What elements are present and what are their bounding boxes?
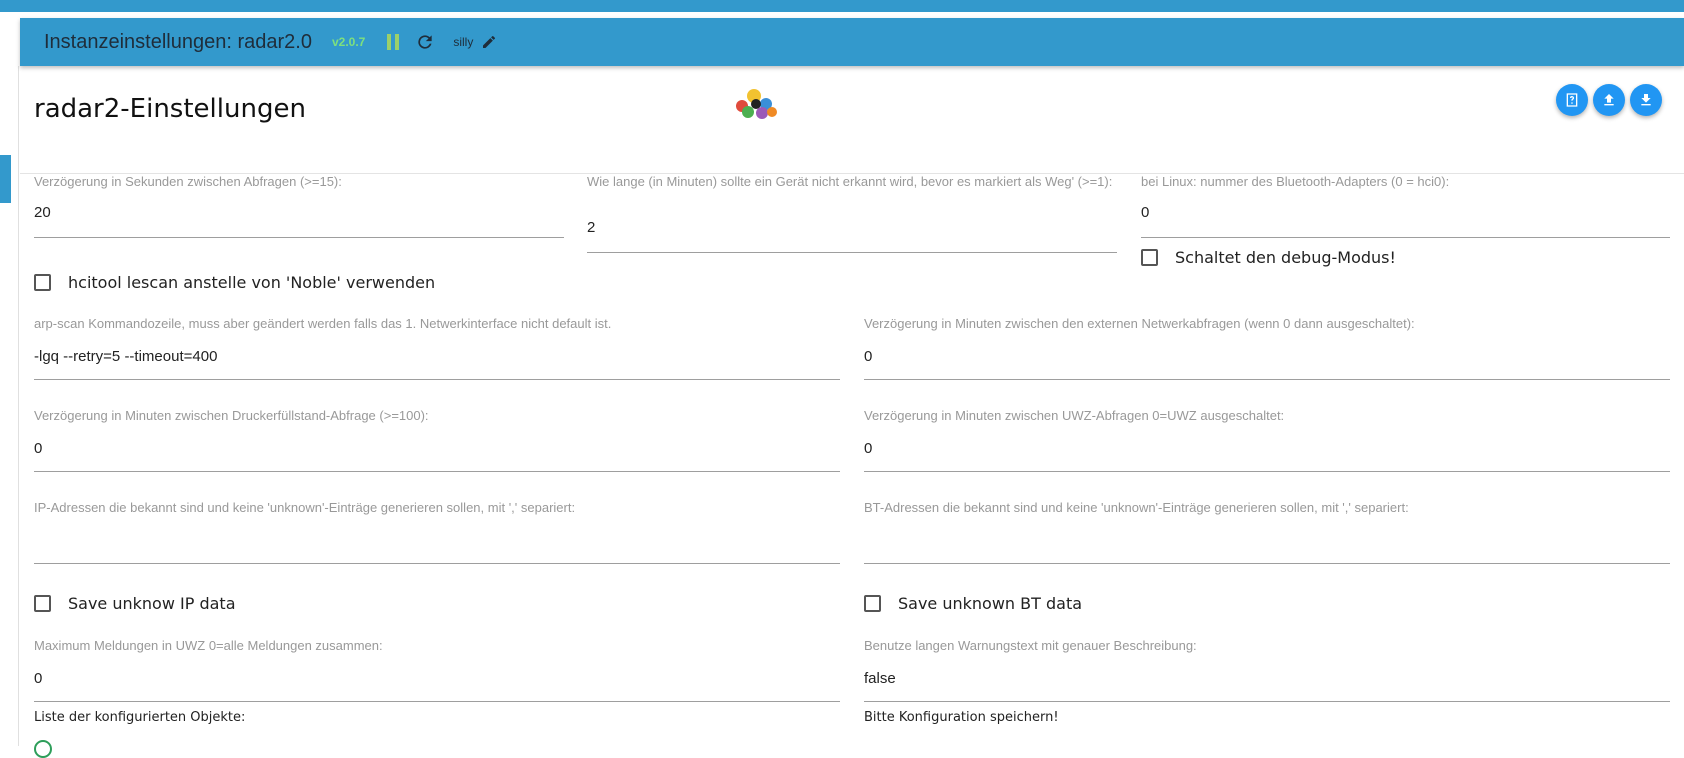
away-minutes-label: Wie lange (in Minuten) sollte ein Gerät … <box>587 174 1113 189</box>
add-object-icon[interactable] <box>34 740 52 758</box>
long-warning-field: Benutze langen Warnungstext mit genauer … <box>864 638 1670 703</box>
hcitool-checkbox-row[interactable]: hcitool lescan anstelle von 'Noble' verw… <box>34 273 435 292</box>
long-warning-label: Benutze langen Warnungstext mit genauer … <box>864 638 1197 653</box>
uwz-max-field: Maximum Meldungen in UWZ 0=alle Meldunge… <box>34 638 840 703</box>
log-level-label: silly <box>453 35 474 49</box>
uwz-max-underline <box>34 701 840 702</box>
printer-delay-field: Verzögerung in Minuten zwischen Druckerf… <box>34 408 840 473</box>
bt-adapter-label: bei Linux: nummer des Bluetooth-Adapters… <box>1141 174 1450 189</box>
ext-network-delay-input[interactable]: 0 <box>864 348 872 365</box>
debug-checkbox-row[interactable]: Schaltet den debug-Modus! <box>1141 248 1396 267</box>
top-strip <box>0 0 1684 12</box>
delay-seconds-field: Verzögerung in Sekunden zwischen Abfrage… <box>34 174 564 239</box>
save-bt-checkbox-row[interactable]: Save unknown BT data <box>864 594 1082 613</box>
arp-scan-field: arp-scan Kommandozeile, muss aber geände… <box>34 316 840 381</box>
save-ip-checkbox-row[interactable]: Save unknow IP data <box>34 594 236 613</box>
away-minutes-input[interactable]: 2 <box>587 219 595 236</box>
adapter-logo <box>736 89 777 119</box>
help-button[interactable] <box>1556 84 1588 116</box>
upload-button[interactable] <box>1593 84 1625 116</box>
left-border <box>18 66 19 746</box>
bt-adapter-input[interactable]: 0 <box>1141 204 1149 221</box>
objects-list-heading: Liste der konfigurierten Objekte: <box>34 710 246 725</box>
uwz-delay-field: Verzögerung in Minuten zwischen UWZ-Abfr… <box>864 408 1670 473</box>
known-ips-underline <box>34 563 840 564</box>
delay-seconds-input[interactable]: 20 <box>34 204 51 221</box>
upload-icon <box>1604 94 1614 106</box>
instance-header: Instanzeinstellungen: radar2.0 v2.0.7 si… <box>20 18 1684 66</box>
delay-seconds-label: Verzögerung in Sekunden zwischen Abfrage… <box>34 174 342 189</box>
left-side-tab[interactable] <box>0 155 11 203</box>
save-bt-checkbox[interactable] <box>864 595 881 612</box>
arp-scan-input[interactable]: -lgq --retry=5 --timeout=400 <box>34 348 217 365</box>
help-icon <box>1566 93 1578 107</box>
arp-scan-label: arp-scan Kommandozeile, muss aber geände… <box>34 316 612 331</box>
bt-adapter-field: bei Linux: nummer des Bluetooth-Adapters… <box>1141 174 1670 239</box>
hcitool-checkbox[interactable] <box>34 274 51 291</box>
debug-checkbox[interactable] <box>1141 249 1158 266</box>
delay-seconds-underline <box>34 237 564 238</box>
pause-icon[interactable] <box>387 34 400 50</box>
page-title: radar2-Einstellungen <box>34 94 306 124</box>
save-hint-text: Bitte Konfiguration speichern! <box>864 710 1059 725</box>
ext-network-delay-underline <box>864 379 1670 380</box>
download-button[interactable] <box>1630 84 1662 116</box>
printer-delay-label: Verzögerung in Minuten zwischen Druckerf… <box>34 408 429 423</box>
uwz-max-input[interactable]: 0 <box>34 670 42 687</box>
long-warning-underline <box>864 701 1670 702</box>
debug-checkbox-label: Schaltet den debug-Modus! <box>1175 248 1396 267</box>
away-minutes-underline <box>587 252 1117 253</box>
save-ip-checkbox-label: Save unknow IP data <box>68 594 236 613</box>
uwz-delay-input[interactable]: 0 <box>864 440 872 457</box>
long-warning-select[interactable]: false <box>864 670 896 687</box>
refresh-icon[interactable] <box>415 32 435 52</box>
known-ips-label: IP-Adressen die bekannt sind und keine '… <box>34 500 576 515</box>
edit-icon[interactable] <box>481 34 497 50</box>
bt-adapter-underline <box>1141 237 1670 238</box>
instance-title: Instanzeinstellungen: radar2.0 <box>44 30 312 53</box>
known-ips-field: IP-Adressen die bekannt sind und keine '… <box>34 500 840 565</box>
arp-scan-underline <box>34 379 840 380</box>
hcitool-checkbox-label: hcitool lescan anstelle von 'Noble' verw… <box>68 273 436 292</box>
known-bts-label: BT-Adressen die bekannt sind und keine '… <box>864 500 1409 515</box>
version-badge: v2.0.7 <box>331 35 366 49</box>
download-icon <box>1641 94 1651 106</box>
uwz-delay-underline <box>864 471 1670 472</box>
save-bt-checkbox-label: Save unknown BT data <box>898 594 1083 613</box>
ext-network-delay-label: Verzögerung in Minuten zwischen den exte… <box>864 316 1415 331</box>
uwz-delay-label: Verzögerung in Minuten zwischen UWZ-Abfr… <box>864 408 1285 423</box>
printer-delay-underline <box>34 471 840 472</box>
away-minutes-field: Wie lange (in Minuten) sollte ein Gerät … <box>587 174 1117 254</box>
known-bts-field: BT-Adressen die bekannt sind und keine '… <box>864 500 1670 565</box>
uwz-max-label: Maximum Meldungen in UWZ 0=alle Meldunge… <box>34 638 383 653</box>
save-ip-checkbox[interactable] <box>34 595 51 612</box>
known-bts-underline <box>864 563 1670 564</box>
printer-delay-input[interactable]: 0 <box>34 440 42 457</box>
ext-network-delay-field: Verzögerung in Minuten zwischen den exte… <box>864 316 1670 381</box>
